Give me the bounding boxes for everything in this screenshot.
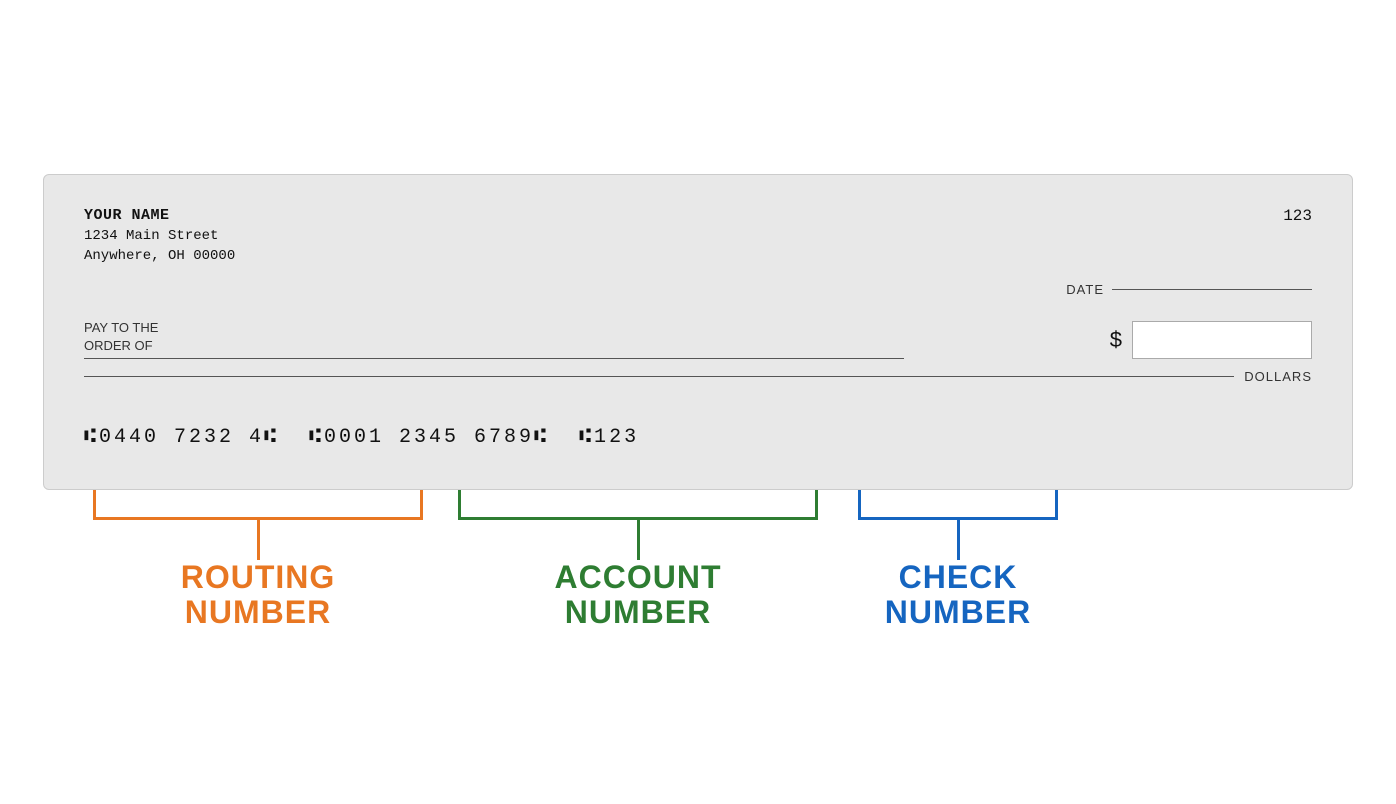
dollars-line: [84, 376, 1234, 377]
check-pay-row: PAY TO THEORDER OF $: [84, 319, 1312, 358]
account-label-line1: ACCOUNT: [555, 560, 722, 595]
check-city: Anywhere, OH 00000: [84, 248, 235, 264]
check-label-line1: CHECK: [885, 560, 1031, 595]
check-top-row: YOUR NAME 1234 Main Street Anywhere, OH …: [84, 207, 1312, 264]
pay-to-line: [84, 358, 904, 359]
account-label-group: ACCOUNT NUMBER: [448, 490, 828, 630]
labels-section: ROUTING NUMBER ACCOUNT NUMBER CHECK NUMB…: [43, 490, 1353, 630]
check-amount-box: $: [1110, 321, 1312, 359]
micr-account: ⑆0001 2345 6789⑆: [309, 426, 579, 449]
routing-label: ROUTING NUMBER: [181, 560, 336, 630]
account-stem: [637, 520, 640, 560]
routing-bracket: [93, 490, 423, 520]
check-label-group: CHECK NUMBER: [858, 490, 1058, 630]
check-street: 1234 Main Street: [84, 228, 235, 244]
account-label: ACCOUNT NUMBER: [555, 560, 722, 630]
check-pay-left: PAY TO THEORDER OF: [84, 319, 1110, 358]
check-label: CHECK NUMBER: [885, 560, 1031, 630]
check-image: YOUR NAME 1234 Main Street Anywhere, OH …: [43, 174, 1353, 489]
micr-check: ⑆123: [579, 426, 639, 449]
routing-label-line1: ROUTING: [181, 560, 336, 595]
check-address: YOUR NAME 1234 Main Street Anywhere, OH …: [84, 207, 235, 264]
dollars-label: DOLLARS: [1244, 369, 1312, 384]
routing-stem: [257, 520, 260, 560]
check-label-line2: NUMBER: [885, 595, 1031, 630]
date-label: DATE: [1066, 282, 1104, 297]
account-bracket: [458, 490, 818, 520]
date-line: [1112, 289, 1312, 290]
pay-to-label: PAY TO THEORDER OF: [84, 319, 1110, 355]
check-date-row: DATE: [84, 282, 1312, 297]
routing-label-line2: NUMBER: [181, 595, 336, 630]
check-owner-name: YOUR NAME: [84, 207, 235, 224]
account-label-line2: NUMBER: [555, 595, 722, 630]
amount-box: [1132, 321, 1312, 359]
check-bracket: [858, 490, 1058, 520]
check-stem: [957, 520, 960, 560]
page-container: YOUR NAME 1234 Main Street Anywhere, OH …: [28, 174, 1368, 630]
routing-label-group: ROUTING NUMBER: [88, 490, 428, 630]
check-number-display: 123: [1283, 207, 1312, 225]
dollar-sign: $: [1110, 327, 1122, 353]
micr-routing: ⑆0440 7232 4⑆: [84, 426, 309, 449]
micr-row: ⑆0440 7232 4⑆ ⑆0001 2345 6789⑆ ⑆123: [84, 416, 1312, 449]
check-dollars-row: DOLLARS: [84, 369, 1312, 384]
